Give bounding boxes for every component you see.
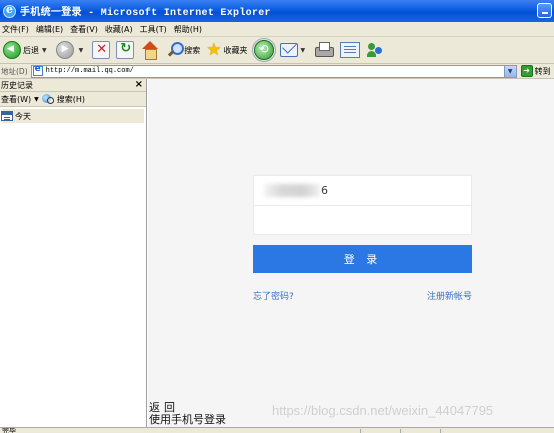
toolbar: 后退 ▼ ▼ 搜索 ★ 收藏夹 ▼ (0, 37, 554, 64)
stop-button[interactable] (89, 39, 113, 61)
watermark: https://blog.csdn.net/weixin_44047795 (272, 403, 494, 418)
register-link[interactable]: 注册新帐号 (427, 289, 472, 302)
go-button[interactable]: ➔ 转到 (520, 65, 551, 77)
view-dropdown-icon[interactable]: ▼ (34, 96, 39, 103)
go-arrow-icon: ➔ (520, 65, 533, 77)
mail-icon (279, 43, 298, 57)
title-bar: 手机统一登录 - Microsoft Internet Explorer (0, 0, 554, 22)
close-icon[interactable]: × (135, 80, 143, 90)
history-item-today[interactable]: 今天 (1, 109, 144, 123)
status-divider (440, 429, 441, 433)
search-icon (166, 41, 185, 59)
sidebar-search-button[interactable]: 搜索(H) (57, 94, 85, 105)
address-url[interactable]: http://m.mail.qq.com/ (46, 67, 134, 75)
sidebar-tools: 查看(W) ▼ 搜索(H) (0, 92, 146, 107)
status-text: 完毕 (2, 427, 16, 433)
password-field[interactable] (254, 205, 471, 234)
search-label: 搜索 (184, 45, 201, 55)
refresh-button[interactable] (113, 39, 137, 61)
menu-bar: 文件(F) 编辑(E) 查看(V) 收藏(A) 工具(T) 帮助(H) (0, 22, 554, 37)
account-redaction (264, 184, 320, 198)
account-field[interactable]: 6 (254, 176, 471, 205)
printer-icon (314, 42, 335, 58)
back-label: 后退 (23, 45, 39, 55)
refresh-icon (116, 41, 135, 59)
sidebar-title: 历史记录 (1, 80, 33, 90)
address-bar: 地址(D) http://m.mail.qq.com/ ▼ ➔ 转到 (0, 64, 554, 79)
forward-button[interactable]: ▼ (53, 39, 90, 61)
mail-button[interactable]: ▼ (277, 39, 312, 61)
menu-view[interactable]: 查看(V) (68, 24, 103, 35)
phone-login-link[interactable]: 使用手机号登录 (149, 411, 226, 427)
history-icon (251, 38, 276, 62)
account-value: 6 (264, 184, 328, 198)
login-form: 6 (253, 175, 472, 235)
home-icon (140, 41, 160, 60)
back-arrow-icon (3, 41, 21, 59)
messenger-icon (366, 41, 386, 59)
forgot-password-link[interactable]: 忘了密码? (253, 289, 294, 302)
messenger-button[interactable] (363, 39, 389, 61)
edit-page-icon (340, 42, 361, 58)
mail-dropdown-icon[interactable]: ▼ (301, 47, 306, 54)
stop-icon (92, 41, 111, 59)
globe-search-icon (41, 93, 54, 105)
favorites-label: 收藏夹 (223, 45, 248, 55)
account-suffix: 6 (321, 183, 328, 197)
history-item-label: 今天 (15, 111, 31, 121)
edit-button[interactable] (337, 39, 363, 61)
history-sidebar: 历史记录 × 查看(W) ▼ 搜索(H) 今天 (0, 79, 147, 427)
password-input[interactable] (264, 213, 454, 227)
address-dropdown-icon[interactable]: ▼ (503, 65, 516, 77)
status-bar: 完毕 (0, 427, 554, 433)
go-label: 转到 (534, 66, 551, 76)
home-button[interactable] (137, 39, 163, 61)
calendar-icon (1, 111, 13, 121)
address-input[interactable]: http://m.mail.qq.com/ ▼ (30, 64, 517, 78)
search-button[interactable]: 搜索 (163, 39, 203, 61)
page-icon (32, 64, 43, 76)
status-divider (400, 429, 401, 433)
menu-file[interactable]: 文件(F) (0, 24, 34, 35)
forward-dropdown-icon[interactable]: ▼ (79, 47, 84, 54)
login-button[interactable]: 登 录 (253, 245, 472, 273)
sidebar-header: 历史记录 × (0, 79, 146, 92)
menu-help[interactable]: 帮助(H) (172, 24, 207, 35)
status-divider (360, 429, 361, 433)
window-title: 手机统一登录 - Microsoft Internet Explorer (20, 8, 271, 19)
menu-favorites[interactable]: 收藏(A) (103, 24, 138, 35)
view-menu-button[interactable]: 查看(W) (1, 94, 31, 105)
history-button[interactable] (251, 38, 277, 62)
back-dropdown-icon[interactable]: ▼ (42, 47, 47, 54)
menu-tools[interactable]: 工具(T) (138, 24, 172, 35)
favorites-button[interactable]: ★ 收藏夹 (203, 39, 250, 61)
menu-edit[interactable]: 编辑(E) (34, 24, 68, 35)
star-icon: ★ (206, 40, 222, 60)
ie-icon (3, 3, 16, 18)
minimize-button[interactable] (537, 3, 552, 18)
back-button[interactable]: 后退 ▼ (0, 39, 53, 61)
address-label: 地址(D) (1, 66, 28, 76)
forward-arrow-icon (55, 41, 74, 59)
print-button[interactable] (311, 39, 337, 61)
page-content: 6 登 录 忘了密码? 注册新帐号 返回 使用手机号登录 https://blo… (148, 79, 554, 427)
